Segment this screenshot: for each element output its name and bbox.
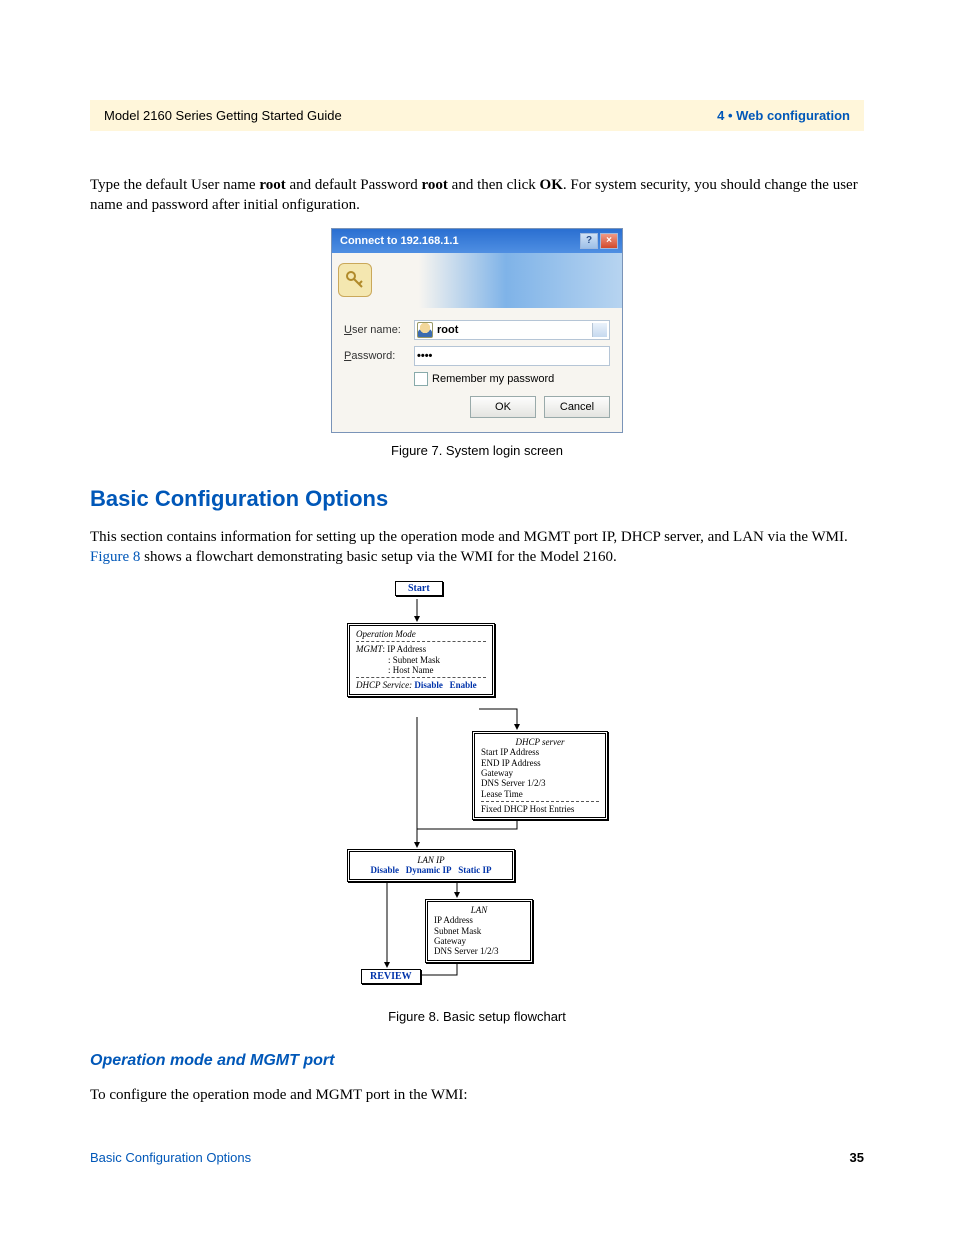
flow-opmode-box: Operation Mode MGMT: IP Address : Subnet…	[347, 623, 495, 697]
intro-paragraph: Type the default User name root and defa…	[90, 175, 864, 216]
username-value: root	[437, 324, 458, 336]
section-post: shows a flowchart demonstrating basic se…	[140, 549, 616, 565]
header-chapter: 4 • Web configuration	[717, 108, 850, 123]
remember-checkbox[interactable]	[414, 372, 428, 386]
subsection-text: To configure the operation mode and MGMT…	[90, 1085, 864, 1105]
figure-7-container: Connect to 192.168.1.1 ? × User name: ro…	[90, 228, 864, 433]
intro-mid1: and default Password	[286, 177, 422, 193]
intro-mid2: and then click	[448, 177, 540, 193]
password-field[interactable]: ••••	[414, 346, 610, 366]
section-heading: Basic Configuration Options	[90, 486, 864, 512]
flow-dhcp-server-box: DHCP server Start IP Address END IP Addr…	[472, 731, 608, 820]
flow-start: Start	[395, 581, 443, 596]
intro-root1: root	[259, 177, 285, 193]
page-header: Model 2160 Series Getting Started Guide …	[90, 100, 864, 131]
footer-section: Basic Configuration Options	[90, 1150, 251, 1165]
figure-8-link[interactable]: Figure 8	[90, 549, 140, 565]
username-field[interactable]: root	[414, 320, 610, 340]
figure-8-caption: Figure 8. Basic setup flowchart	[90, 1009, 864, 1024]
figure-8-container: Start Operation Mode MGMT: IP Address : …	[90, 579, 864, 999]
keys-icon	[338, 263, 372, 297]
ok-button[interactable]: OK	[470, 396, 536, 418]
page-footer: Basic Configuration Options 35	[90, 1150, 864, 1165]
header-doc-title: Model 2160 Series Getting Started Guide	[104, 108, 342, 123]
footer-page-number: 35	[850, 1150, 864, 1165]
flowchart: Start Operation Mode MGMT: IP Address : …	[317, 579, 637, 999]
dialog-titlebar: Connect to 192.168.1.1 ? ×	[332, 229, 622, 253]
cancel-button[interactable]: Cancel	[544, 396, 610, 418]
password-label: Password:	[344, 350, 414, 362]
close-icon[interactable]: ×	[600, 233, 618, 249]
username-label: User name:	[344, 324, 414, 336]
flow-lan-box: LAN IP Address Subnet Mask Gateway DNS S…	[425, 899, 533, 963]
flow-lan-ip-box: LAN IP Disable Dynamic IP Static IP	[347, 849, 515, 882]
section-paragraph: This section contains information for se…	[90, 527, 864, 568]
dialog-title: Connect to 192.168.1.1	[340, 235, 459, 247]
person-icon	[417, 322, 433, 338]
dialog-artwork	[332, 253, 622, 308]
intro-text: Type the default User name	[90, 177, 259, 193]
figure-7-caption: Figure 7. System login screen	[90, 443, 864, 458]
subsection-heading: Operation mode and MGMT port	[90, 1052, 864, 1070]
intro-root2: root	[422, 177, 448, 193]
intro-ok: OK	[540, 177, 563, 193]
password-value: ••••	[417, 350, 432, 362]
remember-label: Remember my password	[432, 373, 554, 385]
flow-review: REVIEW	[361, 969, 421, 984]
help-icon[interactable]: ?	[580, 233, 598, 249]
section-pre: This section contains information for se…	[90, 529, 848, 545]
login-dialog: Connect to 192.168.1.1 ? × User name: ro…	[331, 228, 623, 433]
